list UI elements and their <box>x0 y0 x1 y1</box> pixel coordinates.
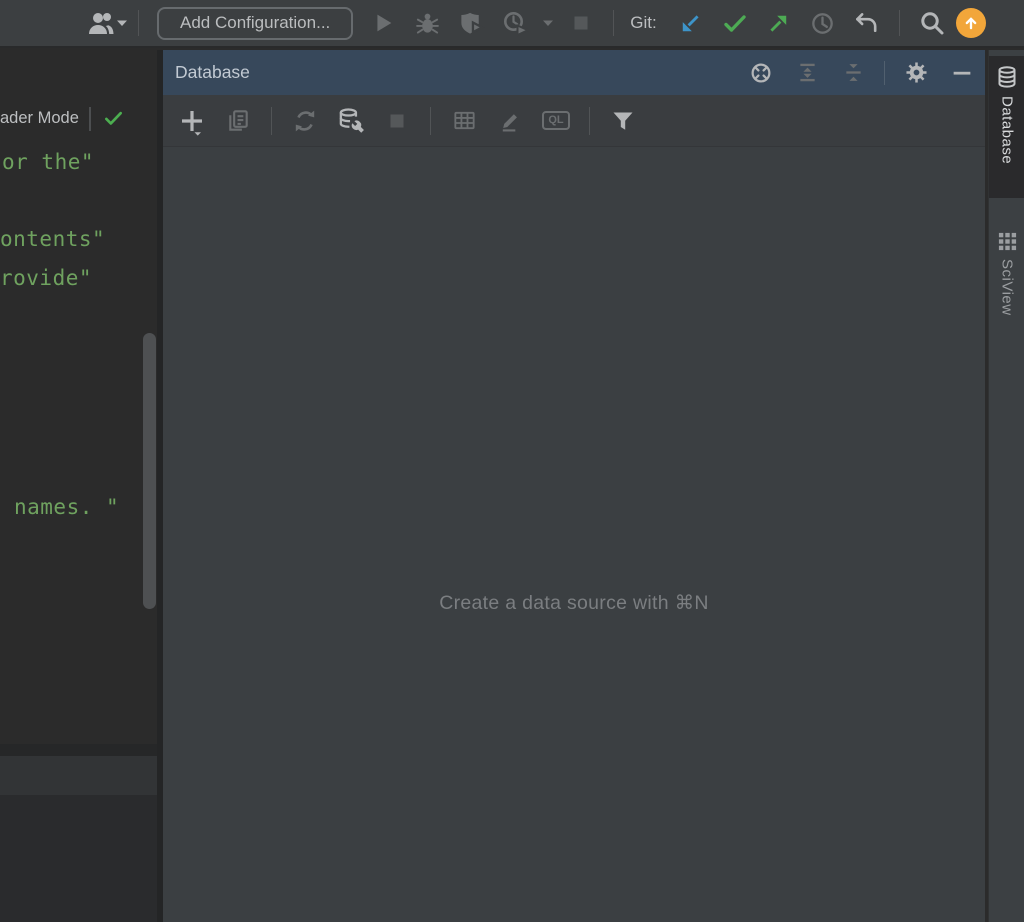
hide-panel-button[interactable] <box>947 58 977 88</box>
lower-panel-header <box>0 756 157 795</box>
data-source-properties-icon[interactable] <box>334 104 368 138</box>
add-configuration-button[interactable]: Add Configuration... <box>157 7 353 40</box>
git-commit-button[interactable] <box>713 7 757 39</box>
duplicate-icon[interactable] <box>221 104 255 138</box>
stripe-tab-label: Database <box>999 96 1016 164</box>
inspections-ok-icon[interactable] <box>101 106 126 131</box>
query-console-icon[interactable]: QL <box>539 104 573 138</box>
toolbar-divider <box>138 10 139 36</box>
run-with-coverage-button[interactable] <box>449 7 493 39</box>
ql-badge: QL <box>542 111 569 130</box>
toolbar-divider <box>430 107 431 135</box>
main-toolbar: Add Configuration... Git: <box>0 0 1024 48</box>
filter-icon[interactable] <box>606 104 640 138</box>
arrow-up-icon <box>962 14 980 32</box>
titlebar-divider <box>884 61 885 85</box>
reader-mode-label: ader Mode <box>0 109 79 128</box>
user-menu[interactable] <box>86 10 128 36</box>
panel-title: Database <box>175 62 250 83</box>
code-line: rovide" <box>0 266 92 290</box>
stop-button[interactable] <box>559 7 603 39</box>
empty-state-hint: Create a data source with ⌘N <box>163 591 985 615</box>
editor-scrollbar-thumb[interactable] <box>143 333 156 609</box>
edit-icon[interactable] <box>493 104 527 138</box>
stop-icon[interactable] <box>380 104 414 138</box>
profiler-button[interactable] <box>493 7 537 39</box>
refresh-icon[interactable] <box>288 104 322 138</box>
run-button[interactable] <box>361 7 405 39</box>
expand-all-button[interactable] <box>792 58 822 88</box>
database-icon <box>995 65 1019 89</box>
git-update-button[interactable] <box>669 7 713 39</box>
add-data-source-button[interactable] <box>175 104 209 138</box>
history-button[interactable] <box>801 7 845 39</box>
widget-divider <box>89 107 91 131</box>
settings-gear-icon[interactable] <box>901 58 931 88</box>
git-push-button[interactable] <box>757 7 801 39</box>
collapse-all-button[interactable] <box>838 58 868 88</box>
code-line: or the" <box>2 150 94 174</box>
update-available-badge[interactable] <box>956 8 986 38</box>
database-titlebar[interactable]: Database <box>163 50 985 95</box>
right-tool-window-stripe: Database SciView <box>988 50 1024 922</box>
user-icon <box>86 10 116 36</box>
toolbar-divider <box>613 10 614 36</box>
database-tool-window: Database <box>163 50 985 922</box>
rollback-button[interactable] <box>845 7 889 39</box>
stripe-tab-database[interactable]: Database <box>989 56 1024 198</box>
locate-object-button[interactable] <box>746 58 776 88</box>
sciview-grid-icon <box>997 231 1018 252</box>
chevron-down-icon <box>116 19 128 27</box>
toolbar-divider <box>899 10 900 36</box>
toolbar-divider <box>589 107 590 135</box>
code-line: names. " <box>14 495 119 519</box>
editor-pane[interactable]: ader Mode or the" ontents" rovide" names… <box>0 50 163 922</box>
debug-button[interactable] <box>405 7 449 39</box>
table-view-icon[interactable] <box>447 104 481 138</box>
stripe-tab-sciview[interactable]: SciView <box>989 222 1024 340</box>
toolbar-divider <box>271 107 272 135</box>
search-everywhere-button[interactable] <box>910 7 954 39</box>
lower-panel <box>0 795 157 922</box>
stripe-tab-label: SciView <box>999 259 1016 316</box>
database-toolbar: QL <box>163 95 985 147</box>
panel-divider <box>0 744 157 756</box>
git-label: Git: <box>630 13 656 33</box>
reader-mode-widget: ader Mode <box>0 106 126 131</box>
run-options-chevron-icon[interactable] <box>537 7 559 39</box>
code-line: ontents" <box>0 227 105 251</box>
